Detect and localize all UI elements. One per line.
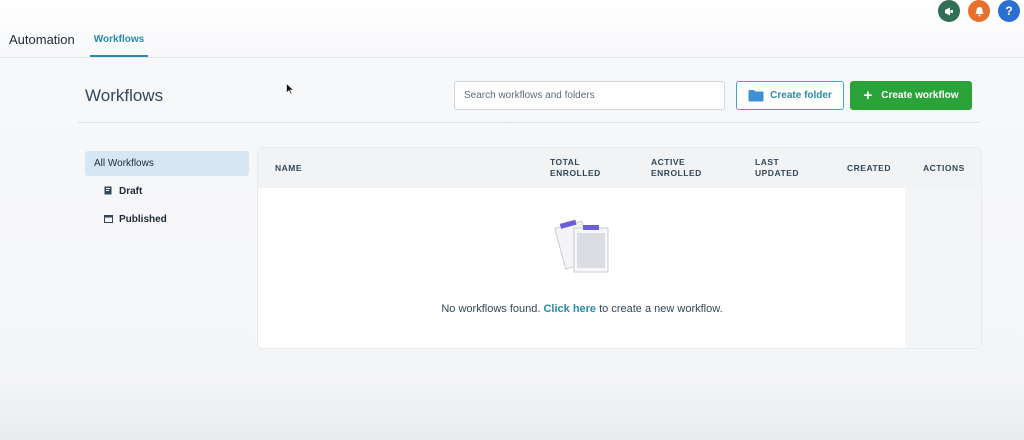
app-header: Automation Workflows <box>0 24 1024 58</box>
page-title: Workflows <box>85 86 164 105</box>
sidebar-item-label: All Workflows <box>94 158 154 169</box>
actions-column <box>905 188 981 348</box>
workflows-table: NAME TOTAL ENROLLED ACTIVE ENROLLED LAST UP… <box>258 148 981 348</box>
draft-icon <box>103 186 113 197</box>
mouse-cursor-icon <box>286 83 294 95</box>
folder-icon <box>748 90 764 102</box>
create-workflow-link[interactable]: Click here <box>543 303 596 315</box>
create-folder-button[interactable]: Create folder <box>736 81 844 110</box>
column-header-name[interactable]: NAME <box>275 148 302 188</box>
column-header-label: ACTIVE ENROLLED <box>651 157 702 178</box>
column-header-last-updated[interactable]: LAST UPDATED <box>755 148 799 188</box>
sidebar-item-draft[interactable]: Draft <box>85 179 249 204</box>
sidebar-item-published[interactable]: Published <box>85 207 249 232</box>
column-header-label: ACTIONS <box>923 162 965 173</box>
column-header-actions: ACTIONS <box>923 148 965 188</box>
empty-state-text: No workflows found. <box>441 303 541 315</box>
sidebar-item-label: Draft <box>119 186 143 197</box>
table-header: NAME TOTAL ENROLLED ACTIVE ENROLLED LAST UP… <box>258 148 981 188</box>
search-input[interactable] <box>454 81 725 110</box>
tab-workflows[interactable]: Workflows <box>90 24 148 57</box>
help-icon[interactable]: ? <box>998 0 1020 22</box>
sidebar-item-label: Published <box>119 214 167 225</box>
column-header-label: CREATED <box>847 162 891 173</box>
column-header-created[interactable]: CREATED <box>847 148 891 188</box>
app-page: ? Automation Workflows Workflows Create … <box>0 0 1024 440</box>
plus-icon: + <box>863 87 873 104</box>
column-header-total-enrolled[interactable]: TOTAL ENROLLED <box>550 148 601 188</box>
create-workflow-label: Create workflow <box>881 90 959 101</box>
empty-clipboard-icon <box>554 219 609 273</box>
empty-state-text: to create a new workflow. <box>599 303 723 315</box>
create-folder-label: Create folder <box>770 90 832 101</box>
column-header-label: LAST UPDATED <box>755 157 799 178</box>
sidebar-item-all-workflows[interactable]: All Workflows <box>85 151 249 176</box>
bell-icon[interactable] <box>968 0 990 22</box>
published-icon <box>103 214 113 225</box>
create-workflow-button[interactable]: + Create workflow <box>850 81 972 110</box>
empty-state-message: No workflows found. Click here to create… <box>258 303 906 315</box>
megaphone-icon[interactable] <box>938 0 960 22</box>
top-utility-icons: ? <box>938 0 1020 22</box>
column-header-active-enrolled[interactable]: ACTIVE ENROLLED <box>651 148 702 188</box>
column-header-label: TOTAL ENROLLED <box>550 157 601 178</box>
column-header-label: NAME <box>275 162 303 173</box>
divider <box>78 122 980 123</box>
app-title: Automation <box>9 32 75 47</box>
